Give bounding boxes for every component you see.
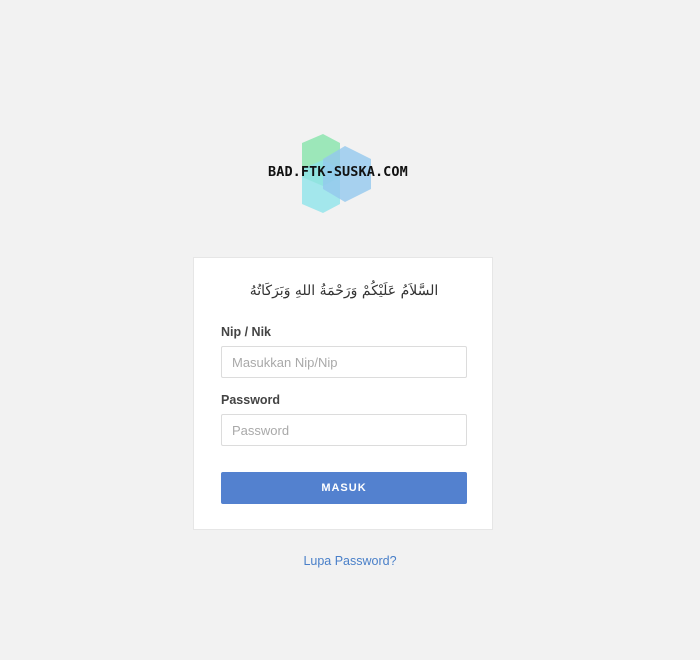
nip-label: Nip / Nik	[221, 325, 272, 339]
password-label: Password	[221, 393, 281, 407]
nip-input[interactable]	[221, 346, 467, 378]
forgot-password-link[interactable]: Lupa Password?	[0, 554, 700, 568]
login-card: السَّلاَمُ عَلَيْكُمْ وَرَحْمَةُ اللهِ و…	[193, 257, 493, 530]
password-input[interactable]	[221, 414, 467, 446]
greeting-text: السَّلاَمُ عَلَيْكُمْ وَرَحْمَةُ اللهِ و…	[249, 283, 439, 299]
logo-text: BAD.FTK-SUSKA.COM	[268, 164, 408, 180]
site-logo: BAD.FTK-SUSKA.COM	[265, 130, 435, 216]
submit-button[interactable]: MASUK	[221, 472, 467, 504]
